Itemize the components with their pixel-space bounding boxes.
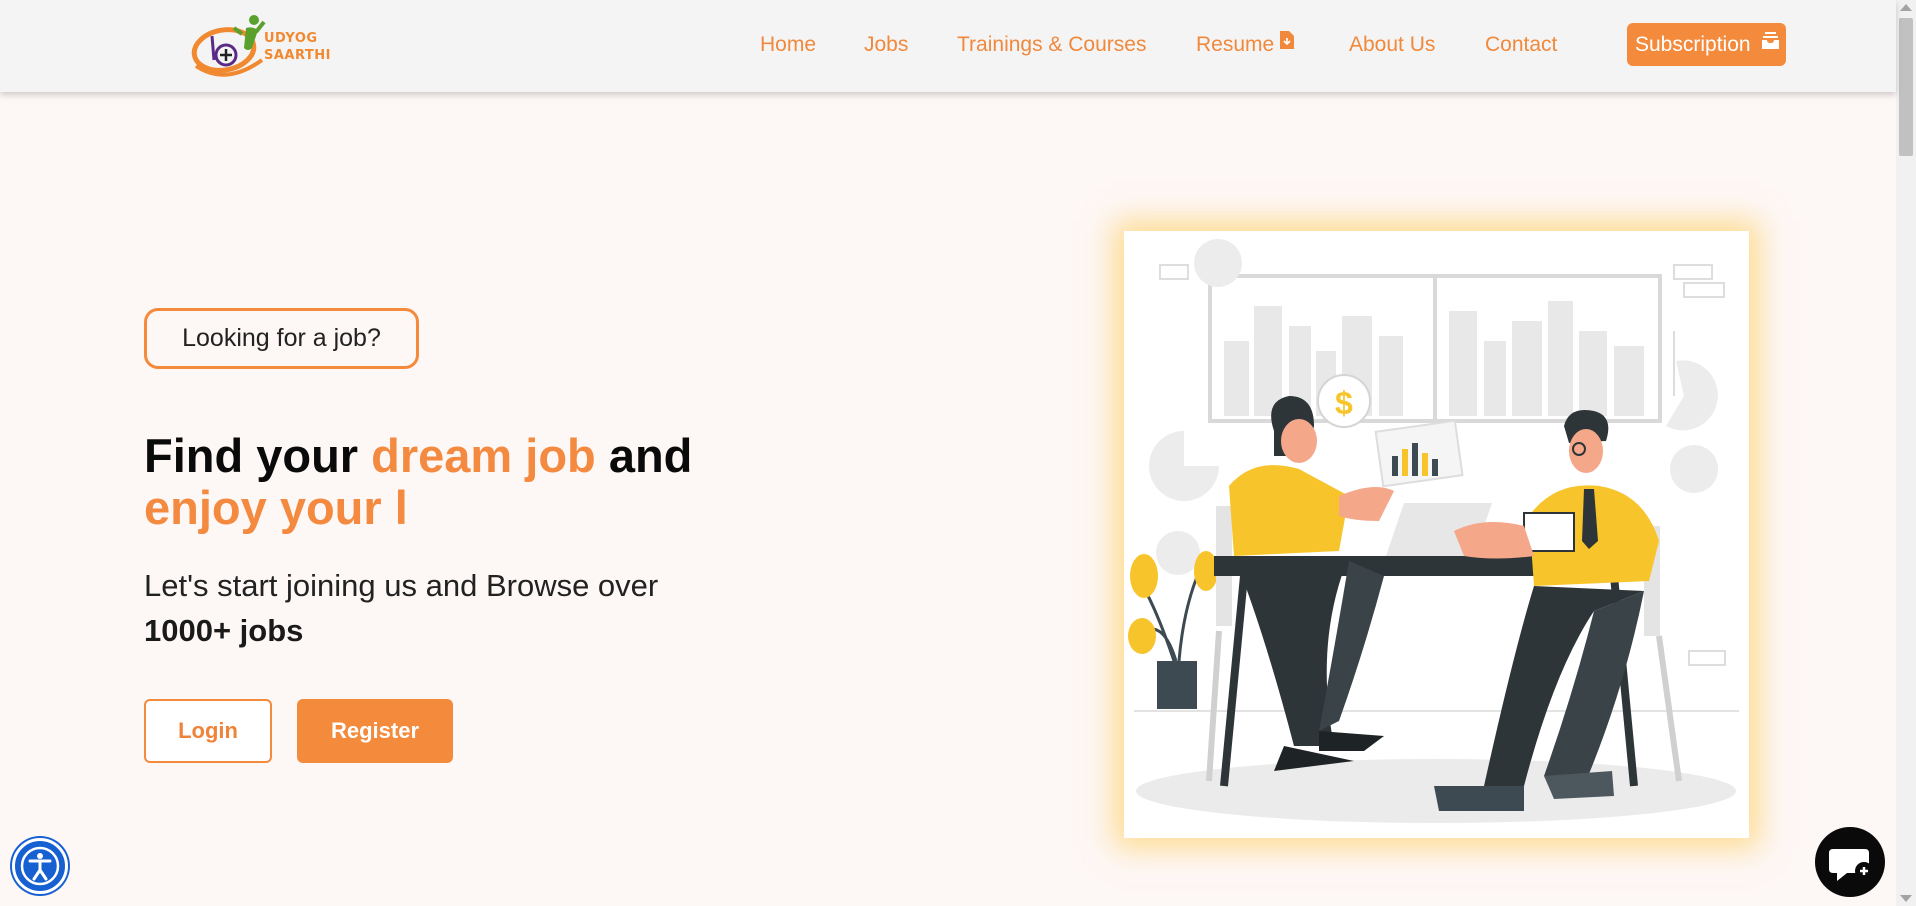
nav-trainings-courses[interactable]: Trainings & Courses — [957, 33, 1146, 57]
hero-jobs-count: 1000+ jobs — [144, 613, 304, 648]
login-button[interactable]: Login — [144, 699, 272, 763]
hero-tag: Looking for a job? — [144, 308, 419, 369]
nav-contact[interactable]: Contact — [1485, 33, 1557, 57]
nav-resume-label: Resume — [1196, 33, 1275, 56]
brand-line-1: UDYOG — [264, 31, 318, 46]
document-download-icon — [1280, 31, 1295, 55]
hero-illustration: $ — [1124, 231, 1749, 838]
scroll-thumb[interactable] — [1899, 18, 1913, 156]
chat-bubble-icon — [1829, 849, 1873, 881]
headline-highlight-2: enjoy your l — [144, 481, 408, 534]
chat-button[interactable] — [1815, 827, 1885, 897]
page-scrollbar[interactable] — [1896, 0, 1916, 906]
subscription-label: Subscription — [1635, 33, 1751, 56]
hero-subtext-line: Let's start joining us and Browse over — [144, 568, 659, 603]
svg-text:$: $ — [1335, 385, 1353, 421]
nav-resume[interactable]: Resume — [1196, 31, 1295, 57]
brand-line-2: SAARTHI — [264, 48, 331, 63]
headline-highlight-1: dream job — [371, 429, 596, 482]
accessibility-button[interactable] — [12, 838, 68, 894]
inbox-stack-icon — [1762, 21, 1780, 64]
hero-subtext: Let's start joining us and Browse over 1… — [144, 563, 744, 653]
site-header: UDYOG SAARTHI Home Jobs Trainings & Cour… — [0, 0, 1896, 92]
hero-headline: Find your dream job and enjoy your l — [144, 430, 784, 534]
nav-about-us[interactable]: About Us — [1349, 33, 1435, 57]
scroll-up-arrow-icon[interactable] — [1900, 4, 1912, 11]
headline-part-2: and — [595, 429, 693, 482]
nav-home[interactable]: Home — [760, 33, 816, 57]
brand-name: UDYOG SAARTHI — [264, 30, 331, 64]
headline-part-1: Find your — [144, 429, 372, 482]
brand-logo[interactable]: UDYOG SAARTHI — [186, 8, 336, 84]
accessibility-icon — [20, 846, 60, 886]
nav-jobs[interactable]: Jobs — [864, 33, 908, 57]
register-button[interactable]: Register — [297, 699, 453, 763]
office-meeting-illustration: $ — [1128, 239, 1739, 823]
subscription-button[interactable]: Subscription — [1627, 23, 1786, 66]
scroll-down-arrow-icon[interactable] — [1900, 895, 1912, 902]
